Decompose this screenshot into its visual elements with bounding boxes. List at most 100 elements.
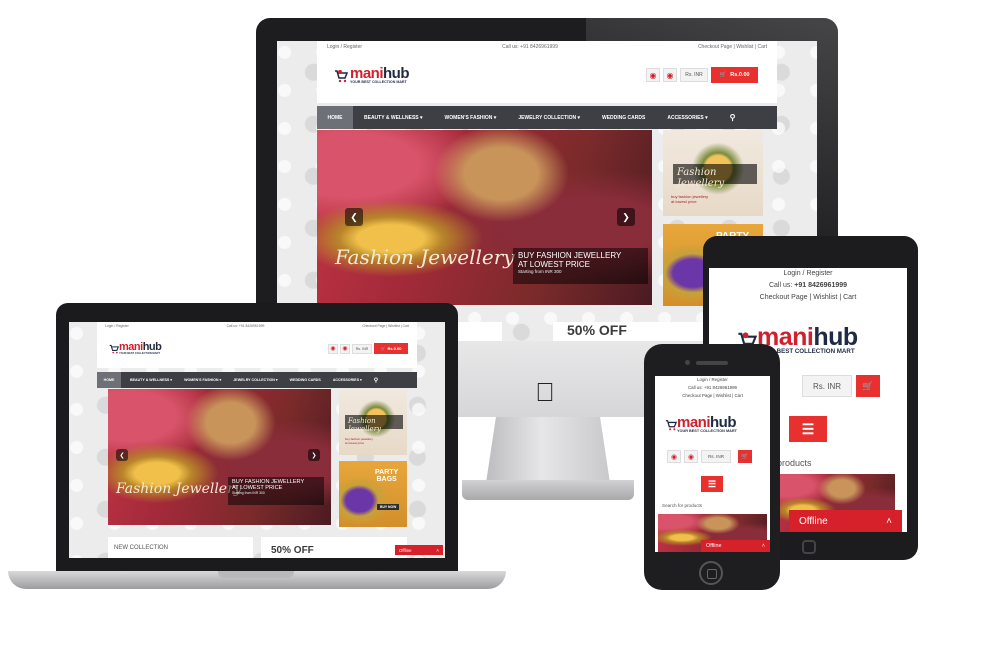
cart-link[interactable]: Cart: [843, 294, 856, 301]
wishlist-icon[interactable]: ◉: [663, 68, 677, 82]
wishlist-link[interactable]: Wishlist: [388, 324, 400, 328]
side-banner-title: Fashion Jewellery: [673, 164, 757, 189]
menu-hamburger-icon[interactable]: ☰: [789, 416, 827, 442]
top-bar: Login / Register Call us: +91 8426961999…: [317, 41, 777, 53]
login-link[interactable]: Login / Register: [327, 44, 362, 50]
nav-home[interactable]: HOME: [317, 106, 353, 129]
cart-icon: 🛒: [741, 454, 749, 460]
tablet-home-button[interactable]: [802, 540, 816, 554]
logo-tagline: YOUR BEST COLLECTION MART: [350, 80, 407, 84]
laptop-notch: [218, 571, 294, 578]
logo-cart-icon: [665, 419, 677, 430]
compare-icon[interactable]: ◉: [667, 450, 681, 463]
login-link[interactable]: Login / Register: [105, 324, 129, 328]
top-bar: Login / Register Call us: +91 8426961999…: [97, 322, 417, 330]
compare-icon[interactable]: ◉: [646, 68, 660, 82]
side-banner-title: Fashion Jewellery: [345, 415, 403, 433]
account-links: Checkout Page | Wishlist | Cart: [362, 324, 409, 328]
search-icon[interactable]: ⚲: [374, 377, 378, 384]
cart-button[interactable]: 🛒: [738, 450, 752, 463]
nav-accessories[interactable]: ACCESSORIES ▾: [667, 115, 707, 121]
logo-cart-icon: [335, 69, 348, 82]
hero-slider[interactable]: ❮ ❯ Fashion Jewellery BUY FASHION JEWELL…: [317, 130, 652, 305]
nav-accessories[interactable]: ACCESSORIES ▾: [333, 378, 362, 382]
wishlist-link[interactable]: Wishlist: [736, 44, 753, 50]
hero-line-2: AT LOWEST PRICE: [518, 260, 591, 269]
call-us-text: Call us: +91 8426961999: [226, 324, 265, 328]
offline-chat-bar[interactable]: Offline ˄: [701, 540, 770, 552]
site-logo[interactable]: manihub YOUR BEST COLLECTION MART: [334, 66, 410, 84]
login-link[interactable]: Login / Register: [709, 268, 907, 280]
cart-link[interactable]: Cart: [758, 44, 767, 50]
wishlist-link[interactable]: Wishlist: [813, 294, 837, 301]
search-products-label: Search for products: [662, 503, 703, 508]
hero-line-3: Starting from INR 300: [232, 491, 265, 495]
offline-chat-bar[interactable]: Offline ˄: [789, 510, 902, 532]
offline-label: Offline: [706, 543, 722, 549]
search-icon[interactable]: ⚲: [730, 113, 736, 122]
call-us-text: Call us: +91 8426961999: [768, 282, 848, 289]
promo-50-off[interactable]: 50% OFF: [261, 537, 407, 558]
slider-prev-icon[interactable]: ❮: [345, 208, 363, 226]
side-banner-party-bags[interactable]: PARTY BAGS BUY NOW: [339, 461, 407, 527]
site-logo[interactable]: manihub YOUR BEST COLLECTION MART: [665, 415, 737, 433]
cart-icon: 🛒: [719, 72, 727, 78]
header-actions: ◉ ◉ Rs. INR 🛒 Rs.0.00: [328, 343, 408, 354]
checkout-link[interactable]: Checkout Page: [698, 44, 732, 50]
side-banner-jewellery[interactable]: Fashion Jewellery buy fashion jewellery a…: [663, 130, 763, 216]
nav-womens-fashion[interactable]: WOMEN'S FASHION ▾: [445, 115, 497, 121]
nav-beauty[interactable]: BEAUTY & WELLNESS ▾: [364, 115, 423, 121]
cart-icon: 🛒: [862, 380, 874, 391]
desktop-stand: [486, 417, 610, 483]
header-actions: ◉ ◉ Rs. INR 🛒 Rs.0.00: [646, 67, 758, 83]
wishlist-icon[interactable]: ◉: [340, 343, 350, 354]
offline-chat-bar[interactable]: Offline ˄: [395, 545, 443, 555]
main-nav: HOME BEAUTY & WELLNESS ▾ WOMEN'S FASHION…: [317, 106, 777, 129]
nav-wedding-cards[interactable]: WEDDING CARDS: [602, 115, 645, 121]
tablet-top-links: Login / Register Call us: +91 8426961999…: [709, 268, 907, 304]
apple-logo-icon: : [532, 378, 558, 406]
cart-link[interactable]: Cart: [403, 324, 409, 328]
phone-screen: Login / Register Call us: +91 8426961999…: [655, 376, 770, 552]
menu-hamburger-icon[interactable]: ☰: [701, 476, 723, 492]
side-banner-sub: buy fashion jewellery at lowest price: [345, 437, 373, 445]
currency-selector[interactable]: Rs. INR: [701, 450, 731, 463]
account-links: Checkout Page | Wishlist | Cart: [759, 294, 857, 301]
chevron-up-icon: ˄: [886, 515, 892, 527]
promo-new-collection[interactable]: NEW COLLECTION: [108, 537, 253, 558]
cart-total: Rs.0.00: [730, 72, 750, 78]
checkout-link[interactable]: Checkout Page: [760, 294, 808, 301]
account-links[interactable]: Checkout Page | Wishlist | Cart: [655, 392, 770, 400]
slider-next-icon[interactable]: ❯: [308, 449, 320, 461]
currency-selector[interactable]: Rs. INR: [802, 375, 852, 397]
cart-button[interactable]: 🛒 Rs.0.00: [374, 343, 408, 354]
phone-home-button[interactable]: [699, 561, 723, 585]
hero-slider[interactable]: ❮ ❯ Fashion Jewellery BUY FASHION JEWELL…: [108, 389, 331, 525]
currency-selector[interactable]: Rs. INR: [680, 68, 708, 82]
nav-jewelry[interactable]: JEWELRY COLLECTION ▾: [233, 378, 277, 382]
offline-label: Offline: [399, 547, 412, 553]
main-nav: HOME BEAUTY & WELLNESS ▾ WOMEN'S FASHION…: [97, 372, 417, 388]
site-logo[interactable]: manihub YOUR BEST COLLECTION MART: [109, 342, 162, 355]
cart-button[interactable]: 🛒 Rs.0.00: [711, 67, 758, 83]
chevron-up-icon: ˄: [436, 547, 439, 553]
slider-next-icon[interactable]: ❯: [617, 208, 635, 226]
slider-prev-icon[interactable]: ❮: [116, 449, 128, 461]
nav-beauty[interactable]: BEAUTY & WELLNESS ▾: [130, 378, 172, 382]
buy-now-button[interactable]: BUY NOW: [377, 504, 400, 510]
currency-selector[interactable]: Rs. INR: [352, 343, 372, 354]
login-link[interactable]: Login / Register: [655, 376, 770, 384]
checkout-link[interactable]: Checkout Page: [362, 324, 385, 328]
compare-icon[interactable]: ◉: [328, 343, 338, 354]
cart-button[interactable]: 🛒: [856, 375, 880, 397]
nav-womens-fashion[interactable]: WOMEN'S FASHION ▾: [184, 378, 221, 382]
nav-jewelry[interactable]: JEWELRY COLLECTION ▾: [518, 115, 580, 121]
nav-wedding-cards[interactable]: WEDDING CARDS: [290, 378, 321, 382]
hero-caption: BUY FASHION JEWELLERY AT LOWEST PRICE St…: [513, 248, 648, 284]
cart-icon: 🛒: [380, 346, 386, 351]
offline-label: Offline: [799, 515, 828, 527]
side-banner-jewellery[interactable]: Fashion Jewellery buy fashion jewellery a…: [339, 389, 407, 455]
side-banner-sub: buy fashion jewellery at lowest price: [671, 194, 709, 204]
wishlist-icon[interactable]: ◉: [684, 450, 698, 463]
nav-home[interactable]: HOME: [97, 372, 121, 388]
